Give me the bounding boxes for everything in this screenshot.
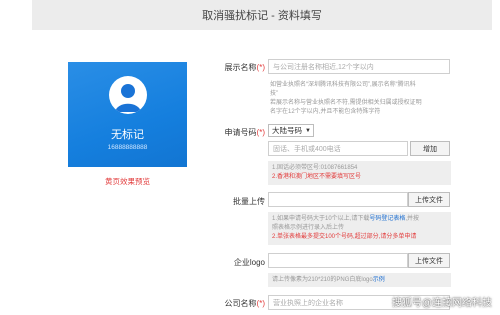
company-name-label-text: 公司名称 xyxy=(224,299,257,308)
display-name-input[interactable]: 与公司注册名称相近,12个字以内 xyxy=(268,59,450,74)
download-form-link[interactable]: 号码登记表格 xyxy=(369,216,405,222)
hint-line: 照表格示例进行录入后上传 xyxy=(272,225,345,231)
user-avatar-icon xyxy=(109,76,147,114)
hint-line: 若展示名称与营业执照名不符,需提供相关归属或授权证明 xyxy=(270,100,422,106)
hint-text: 请上传像素为210*210的PNG白底logo xyxy=(272,277,373,283)
region-select[interactable]: 大陆号码 ▼ xyxy=(268,124,314,137)
dialog-title-bar: 取消骚扰标记 - 资料填写 xyxy=(32,0,492,30)
required-mark: (*) xyxy=(256,63,265,72)
phone-label-text: 申请号码 xyxy=(224,128,257,137)
hint-text: ,并按 xyxy=(405,216,420,222)
watermark: 搜狐号@连接网络科技 xyxy=(391,298,492,309)
company-name-placeholder: 营业执照上的企业名称 xyxy=(273,299,343,307)
logo-hint: 请上传像素为210*210的PNG白底logo示例 xyxy=(268,273,451,287)
logo-label-text: 企业logo xyxy=(233,258,265,267)
company-name-label: 公司名称(*) xyxy=(205,298,265,309)
hint-line: 如营业执照名“深圳腾讯科技有限公司”,展示名称“腾讯科 xyxy=(270,82,416,88)
display-name-hint: 如营业执照名“深圳腾讯科技有限公司”,展示名称“腾讯科 技” 若展示名称与营业执… xyxy=(270,81,450,117)
display-name-label-text: 展示名称 xyxy=(224,63,257,72)
logo-file-field[interactable] xyxy=(268,253,408,268)
phone-input[interactable]: 固话、手机或400电话 xyxy=(268,141,408,156)
hint-line-warning: 2.单张表格最多提交100个号码,超过部分,请分多单申请 xyxy=(272,234,417,240)
logo-label: 企业logo xyxy=(205,257,265,268)
display-name-label: 展示名称(*) xyxy=(205,62,265,73)
phone-hint: 1.固话必须带区号:01087661854 2.香港和澳门地区不需要填写区号 xyxy=(268,161,451,185)
logo-example-link[interactable]: 示例 xyxy=(373,277,385,283)
preview-number: 16888888888 xyxy=(107,144,148,151)
bulk-upload-hint: 1.如果申请号码大于10个以上,请下载号码登记表格,并按 照表格示例进行录入后上… xyxy=(268,212,451,245)
chevron-down-icon: ▼ xyxy=(305,127,311,134)
phone-placeholder: 固话、手机或400电话 xyxy=(273,145,341,153)
logo-upload-button[interactable]: 上传文件 xyxy=(408,253,450,268)
bulk-upload-button-label: 上传文件 xyxy=(415,196,443,204)
hint-line: 1.固话必须带区号:01087661854 xyxy=(272,165,358,171)
dialog-title: 取消骚扰标记 - 资料填写 xyxy=(202,10,322,22)
logo-upload-button-label: 上传文件 xyxy=(415,257,443,265)
phone-label: 申请号码(*) xyxy=(205,127,265,138)
preview-card: 无标记 16888888888 xyxy=(68,62,187,167)
add-phone-button-label: 增加 xyxy=(423,145,437,153)
hint-line: 1.如果申请号码大于10个以上,请下载号码登记表格,并按 xyxy=(272,215,447,224)
add-phone-button[interactable]: 增加 xyxy=(410,141,450,156)
hint-line: 名字在12个字以内,并且不能包含特殊字符 xyxy=(270,109,381,115)
yellow-page-preview-link[interactable]: 黄页效果预览 xyxy=(68,176,187,187)
required-mark: (*) xyxy=(256,299,265,308)
preview-name: 无标记 xyxy=(111,129,144,141)
hint-line-warning: 2.香港和澳门地区不需要填写区号 xyxy=(272,174,362,180)
bulk-upload-file-field[interactable] xyxy=(268,192,408,207)
required-mark: (*) xyxy=(256,128,265,137)
bulk-upload-label-text: 批量上传 xyxy=(233,197,265,206)
hint-text: 1.如果申请号码大于10个以上,请下载 xyxy=(272,216,370,222)
bulk-upload-label: 批量上传 xyxy=(205,196,265,207)
bulk-upload-button[interactable]: 上传文件 xyxy=(408,192,450,207)
hint-line: 技” xyxy=(270,91,278,97)
region-select-value: 大陆号码 xyxy=(272,126,302,135)
display-name-placeholder: 与公司注册名称相近,12个字以内 xyxy=(273,63,374,71)
